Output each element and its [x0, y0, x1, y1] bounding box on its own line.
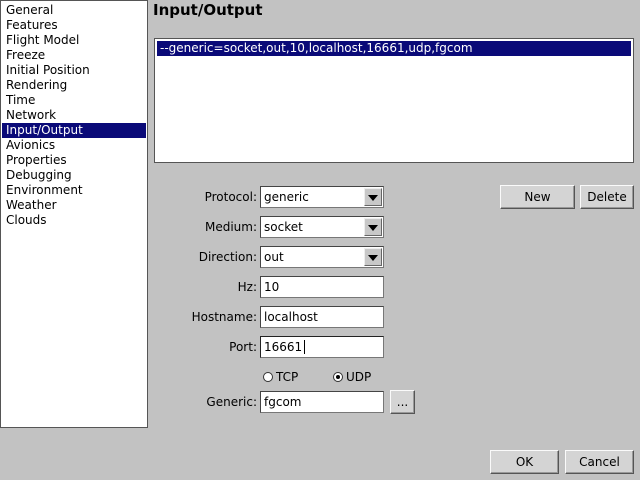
delete-button[interactable]: Delete	[580, 185, 634, 209]
sidebar-item-time[interactable]: Time	[2, 93, 146, 108]
sidebar-item-environment[interactable]: Environment	[2, 183, 146, 198]
hostname-field[interactable]: localhost	[260, 306, 384, 328]
generic-field[interactable]: fgcom	[260, 391, 384, 413]
medium-value: socket	[264, 220, 303, 234]
tcp-radio[interactable]	[263, 372, 273, 382]
generic-label: Generic:	[206, 395, 257, 409]
sidebar-item-network[interactable]: Network	[2, 108, 146, 123]
text-cursor	[304, 340, 305, 354]
category-list[interactable]: General Features Flight Model Freeze Ini…	[0, 0, 148, 428]
direction-label: Direction:	[198, 250, 257, 264]
protocol-value: generic	[264, 190, 309, 204]
port-value: 16661	[264, 340, 303, 354]
sidebar-item-general[interactable]: General	[2, 3, 146, 18]
sidebar-item-initial-position[interactable]: Initial Position	[2, 63, 146, 78]
direction-select[interactable]: out	[260, 246, 384, 268]
port-label: Port:	[229, 340, 257, 354]
chevron-down-icon[interactable]	[364, 218, 382, 236]
new-button[interactable]: New	[500, 185, 575, 209]
udp-label[interactable]: UDP	[346, 369, 371, 385]
protocol-select[interactable]: generic	[260, 186, 384, 208]
io-config-entry[interactable]: --generic=socket,out,10,localhost,16661,…	[157, 41, 631, 56]
chevron-down-icon[interactable]	[364, 248, 382, 266]
chevron-down-icon[interactable]	[364, 188, 382, 206]
browse-generic-button[interactable]: ...	[390, 390, 415, 414]
sidebar-item-debugging[interactable]: Debugging	[2, 168, 146, 183]
cancel-button[interactable]: Cancel	[565, 450, 634, 474]
sidebar-item-features[interactable]: Features	[2, 18, 146, 33]
direction-value: out	[264, 250, 284, 264]
sidebar-item-rendering[interactable]: Rendering	[2, 78, 146, 93]
hostname-value: localhost	[264, 310, 318, 324]
hz-label: Hz:	[237, 280, 257, 294]
sidebar-item-freeze[interactable]: Freeze	[2, 48, 146, 63]
sidebar-item-avionics[interactable]: Avionics	[2, 138, 146, 153]
medium-label: Medium:	[204, 220, 257, 234]
sidebar-item-clouds[interactable]: Clouds	[2, 213, 146, 228]
ok-button[interactable]: OK	[490, 450, 559, 474]
port-field[interactable]: 16661	[260, 336, 384, 358]
io-config-list[interactable]: --generic=socket,out,10,localhost,16661,…	[154, 38, 634, 163]
hz-value: 10	[264, 280, 280, 294]
sidebar-item-properties[interactable]: Properties	[2, 153, 146, 168]
tcp-label[interactable]: TCP	[276, 369, 298, 385]
sidebar-item-flight-model[interactable]: Flight Model	[2, 33, 146, 48]
hostname-label: Hostname:	[191, 310, 257, 324]
sidebar-item-weather[interactable]: Weather	[2, 198, 146, 213]
page-title: Input/Output	[153, 1, 263, 19]
protocol-label: Protocol:	[204, 190, 257, 204]
generic-value: fgcom	[264, 395, 302, 409]
udp-radio[interactable]	[333, 372, 343, 382]
medium-select[interactable]: socket	[260, 216, 384, 238]
sidebar-item-input-output[interactable]: Input/Output	[2, 123, 146, 138]
hz-field[interactable]: 10	[260, 276, 384, 298]
